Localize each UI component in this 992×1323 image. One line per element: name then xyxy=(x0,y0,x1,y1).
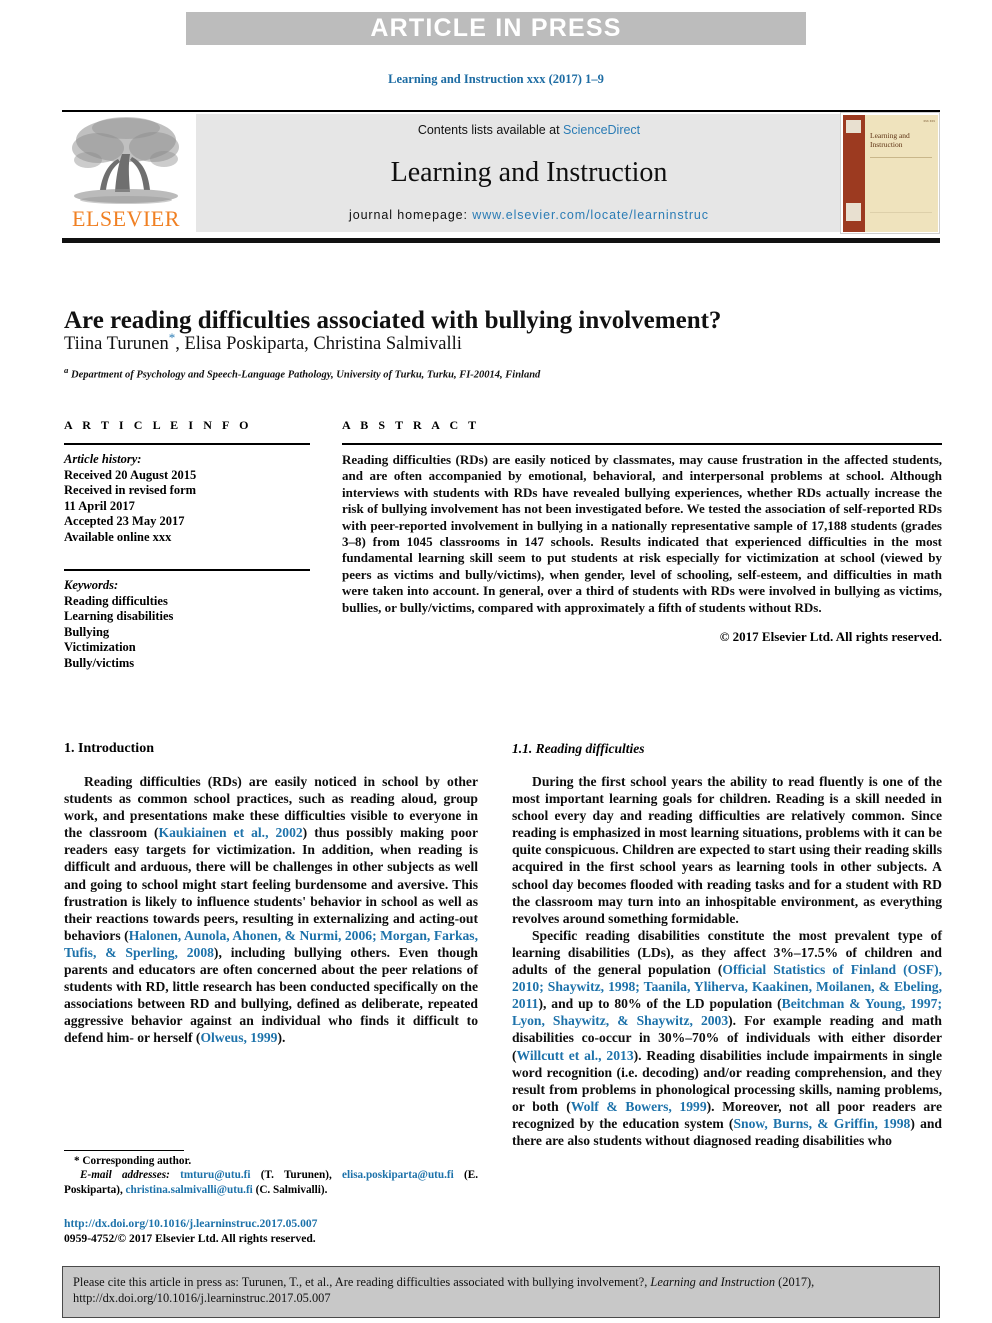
body-column-left: 1. Introduction Reading difficulties (RD… xyxy=(64,740,478,1047)
elsevier-logo: ELSEVIER xyxy=(62,112,190,234)
elsevier-tree-icon xyxy=(72,117,179,204)
footnote-rule xyxy=(64,1150,184,1151)
article-in-press-banner: ARTICLE IN PRESS xyxy=(186,12,806,45)
elsevier-wordmark: ELSEVIER xyxy=(72,206,180,231)
citation-link[interactable]: Olweus, 1999 xyxy=(200,1030,277,1045)
email-owner-3: (C. Salmivalli). xyxy=(255,1183,328,1196)
cover-journal-title: Learning and Instruction xyxy=(870,131,910,149)
keyword-item: Learning disabilities xyxy=(64,609,174,623)
sciencedirect-link[interactable]: ScienceDirect xyxy=(563,123,640,137)
intro-text-b: ) thus possibly making poor readers easy… xyxy=(64,825,478,943)
abstract-heading: A B S T R A C T xyxy=(342,418,480,432)
author-affiliation: a Department of Psychology and Speech-La… xyxy=(64,364,944,382)
email-link-2[interactable]: elisa.poskiparta@utu.fi xyxy=(342,1169,454,1181)
history-item: 11 April 2017 xyxy=(64,498,135,513)
email-link-1[interactable]: tmturu@utu.fi xyxy=(180,1169,250,1181)
cover-issue-label: xxx xxx xyxy=(923,119,935,123)
journal-title: Learning and Instruction xyxy=(390,156,668,188)
subsection-heading-reading-difficulties: 1.1. Reading difficulties xyxy=(512,741,645,756)
keyword-item: Victimization xyxy=(64,640,136,654)
issn-copyright-line: 0959-4752/© 2017 Elsevier Ltd. All right… xyxy=(64,1232,316,1245)
contents-panel: Contents lists available at ScienceDirec… xyxy=(196,114,862,232)
author-others: , Elisa Poskiparta, Christina Salmivalli xyxy=(175,334,462,355)
rd-text-b: ), and up to 80% of the LD population ( xyxy=(538,996,782,1012)
affiliation-marker: a xyxy=(64,365,69,375)
footnote-block: * Corresponding author. E-mail addresses… xyxy=(64,1154,478,1197)
history-item: Available online xxx xyxy=(64,529,172,544)
email-addresses-note: E-mail addresses: tmturu@utu.fi (T. Turu… xyxy=(64,1168,478,1197)
abstract-rule xyxy=(342,443,942,445)
journal-running-head: Learning and Instruction xxx (2017) 1–9 xyxy=(388,72,604,86)
article-history-label: Article history: xyxy=(64,452,142,466)
journal-header: ELSEVIER Contents lists available at Sci… xyxy=(62,112,940,234)
abstract-text: Reading difficulties (RDs) are easily no… xyxy=(342,452,942,615)
email-link-3[interactable]: christina.salmivalli@utu.fi xyxy=(126,1184,253,1196)
body-column-right: 1.1. Reading difficulties During the fir… xyxy=(512,740,942,1149)
cover-divider-bottom xyxy=(870,212,932,213)
cover-logo-mark-top xyxy=(846,120,861,133)
citation-link[interactable]: Kaukiainen et al., 2002 xyxy=(159,825,303,840)
citation-link[interactable]: Willcutt et al., 2013 xyxy=(517,1048,634,1063)
cite-prefix: Please cite this article in press as: Tu… xyxy=(73,1275,651,1289)
abstract-column: A B S T R A C T Reading difficulties (RD… xyxy=(342,418,942,645)
history-item: Accepted 23 May 2017 xyxy=(64,514,185,528)
doi-link[interactable]: http://dx.doi.org/10.1016/j.learninstruc… xyxy=(64,1216,494,1231)
citation-link[interactable]: Wolf & Bowers, 1999 xyxy=(571,1099,707,1114)
contents-available-line: Contents lists available at ScienceDirec… xyxy=(418,123,640,137)
journal-cover-thumbnail[interactable]: xxx xxx Learning and Instruction xyxy=(840,112,940,234)
intro-paragraph: Reading difficulties (RDs) are easily no… xyxy=(64,773,478,1047)
author-list: Tiina Turunen*, Elisa Poskiparta, Christ… xyxy=(64,326,944,356)
journal-homepage-line: journal homepage: www.elsevier.com/locat… xyxy=(349,208,709,222)
rd-paragraph-1: During the first school years the abilit… xyxy=(512,774,942,926)
cover-divider-top xyxy=(870,157,932,158)
history-item: Received in revised form xyxy=(64,483,197,497)
keyword-item: Reading difficulties xyxy=(64,593,168,608)
article-info-heading: A R T I C L E I N F O xyxy=(64,418,253,432)
intro-text-d: ). xyxy=(277,1030,286,1046)
citation-link[interactable]: Snow, Burns, & Griffin, 1998 xyxy=(733,1116,910,1131)
journal-homepage-link[interactable]: www.elsevier.com/locate/learninstruc xyxy=(472,208,709,222)
contents-prefix-label: Contents lists available at xyxy=(417,123,564,137)
article-in-press-label: ARTICLE IN PRESS xyxy=(370,14,622,42)
keywords-label: Keywords: xyxy=(64,578,119,592)
email-addresses-label: E-mail addresses: xyxy=(80,1169,170,1182)
article-info-rule xyxy=(64,443,310,445)
history-item: Received 20 August 2015 xyxy=(64,467,197,482)
keyword-item: Bullying xyxy=(64,624,110,639)
affiliation-text: Department of Psychology and Speech-Lang… xyxy=(71,369,541,381)
abstract-copyright: © 2017 Elsevier Ltd. All rights reserved… xyxy=(719,629,942,645)
email-owner-1: (T. Turunen), xyxy=(260,1169,332,1182)
doi-block: http://dx.doi.org/10.1016/j.learninstruc… xyxy=(64,1216,494,1246)
rd-paragraph-2: Specific reading disabilities constitute… xyxy=(512,927,942,1149)
please-cite-box: Please cite this article in press as: Tu… xyxy=(62,1266,940,1318)
cite-journal-name: Learning and Instruction xyxy=(650,1275,776,1289)
keyword-item: Bully/victims xyxy=(64,655,135,670)
author-first: Tiina Turunen xyxy=(64,334,169,355)
homepage-prefix-label: journal homepage: xyxy=(349,208,473,222)
cover-logo-mark-bottom xyxy=(846,203,861,221)
header-bottom-rule xyxy=(62,238,940,243)
article-info-column: A R T I C L E I N F O Article history: R… xyxy=(64,418,310,671)
corresponding-author-note: * Corresponding author. xyxy=(74,1155,192,1167)
keywords-rule xyxy=(64,569,310,571)
section-heading-introduction: 1. Introduction xyxy=(64,741,154,756)
